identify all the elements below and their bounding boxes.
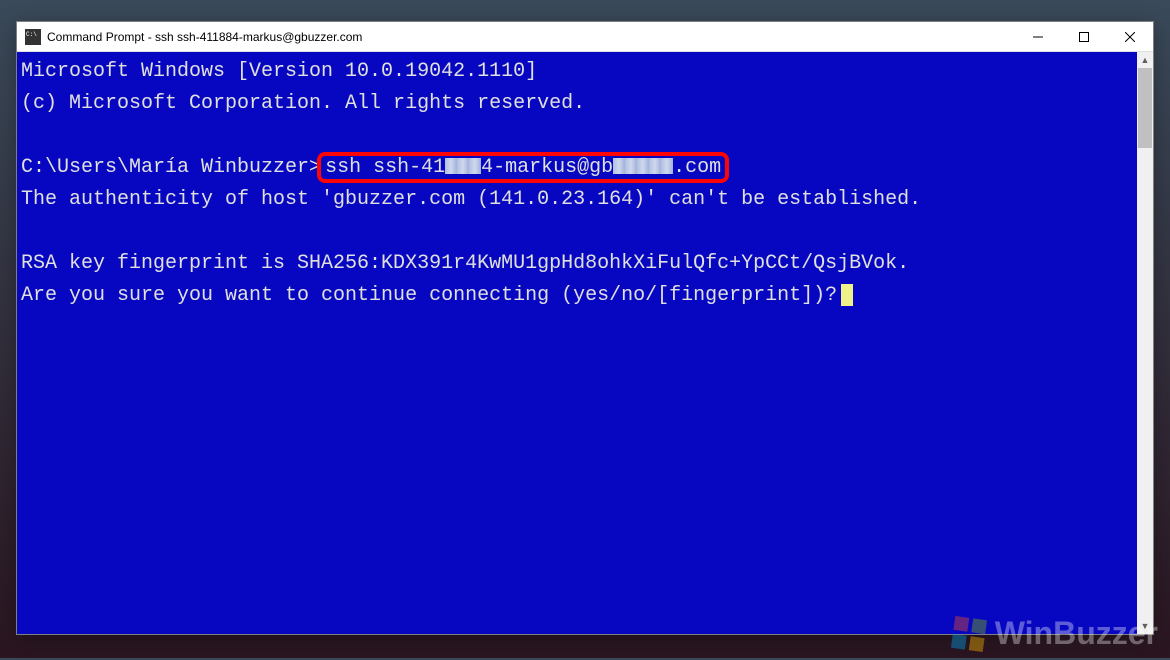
maximize-button[interactable] [1061,22,1107,52]
terminal-prompt-line: C:\Users\María Winbuzzer>ssh ssh-411884-… [21,152,1137,184]
terminal-line [21,216,1137,248]
cmd-icon [25,29,41,45]
winbuzzer-logo-icon [951,616,987,652]
terminal-line: Microsoft Windows [Version 10.0.19042.11… [21,56,1137,88]
window-title: Command Prompt - ssh ssh-411884-markus@g… [47,30,1015,44]
prompt-path: C:\Users\María Winbuzzer> [21,156,321,179]
terminal-line: (c) Microsoft Corporation. All rights re… [21,88,1137,120]
scrollbar[interactable]: ▲ ▼ [1137,52,1153,634]
terminal-line [21,120,1137,152]
watermark: WinBuzzer [951,615,1158,652]
command-prompt-window: Command Prompt - ssh ssh-411884-markus@g… [16,21,1154,635]
terminal-area[interactable]: Microsoft Windows [Version 10.0.19042.11… [17,52,1137,634]
watermark-text: WinBuzzer [995,615,1158,652]
obscured-text: 188 [445,152,481,184]
minimize-button[interactable] [1015,22,1061,52]
cursor [841,284,853,306]
scroll-up-button[interactable]: ▲ [1137,52,1153,68]
obscured-text: uzzer [613,152,673,184]
ssh-command-highlight: ssh ssh-411884-markus@gbuzzer.com [317,152,729,183]
terminal-line: Are you sure you want to continue connec… [21,280,1137,312]
terminal-line: RSA key fingerprint is SHA256:KDX391r4Kw… [21,248,1137,280]
close-button[interactable] [1107,22,1153,52]
window-controls [1015,22,1153,52]
titlebar[interactable]: Command Prompt - ssh ssh-411884-markus@g… [17,22,1153,52]
scroll-thumb[interactable] [1138,68,1152,148]
terminal-line: The authenticity of host 'gbuzzer.com (1… [21,184,1137,216]
